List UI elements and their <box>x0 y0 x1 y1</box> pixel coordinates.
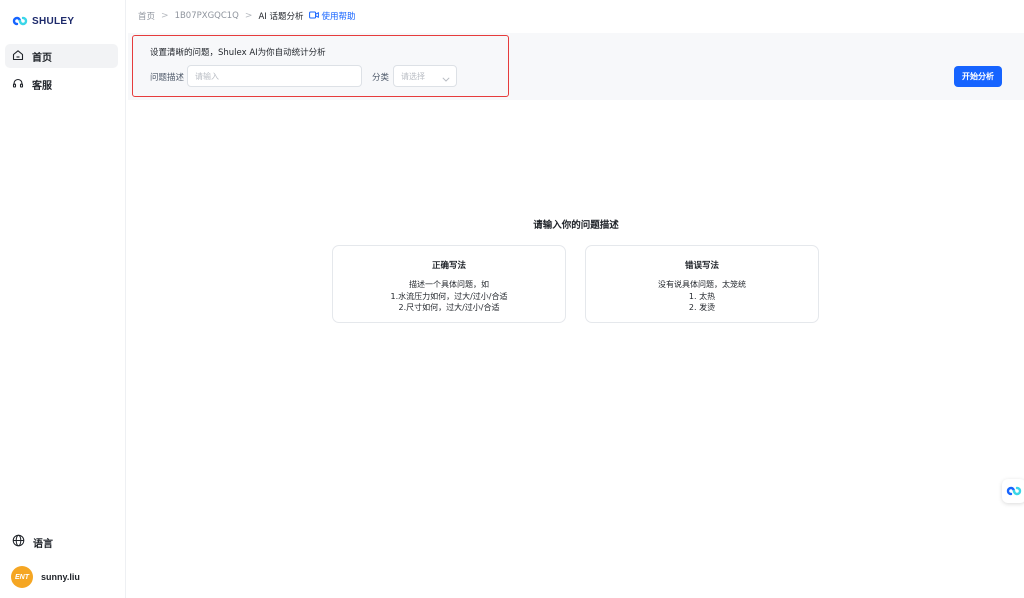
category-label: 分类 <box>372 73 390 83</box>
sidebar-item-label: 首页 <box>32 52 52 64</box>
user-profile[interactable]: ENT sunny.liu <box>11 566 80 588</box>
assistant-widget-button[interactable] <box>1002 479 1024 503</box>
wrong-example-card: 错误写法 没有说具体问题，太笼统 1. 太热 2. 发烫 <box>585 245 819 323</box>
headset-icon <box>12 77 24 92</box>
card-line: 2. 发烫 <box>688 303 716 312</box>
sidebar-item-label: 客服 <box>32 80 52 92</box>
shuley-logo-icon <box>12 12 28 31</box>
shuley-logo-icon <box>1006 482 1022 501</box>
card-body: 没有说具体问题，太笼统 1. 太热 2. 发烫 <box>586 279 818 314</box>
breadcrumb: 首页 > 1B07PXGQC1Q > AI 话题分析 使用帮助 <box>138 10 355 22</box>
card-title: 正确写法 <box>431 261 466 271</box>
home-icon <box>12 49 24 64</box>
start-analysis-button[interactable]: 开始分析 <box>954 66 1002 87</box>
card-title: 错误写法 <box>684 261 719 271</box>
category-select-placeholder: 请选择 <box>401 71 425 81</box>
card-line: 2.尺寸如何，过大/过小/合适 <box>398 303 500 312</box>
sidebar: SHULEY 首页 客服 语言 ENT sunny.liu <box>0 0 126 598</box>
card-line: 1. 太热 <box>688 291 716 301</box>
card-line: 没有说具体问题，太笼统 <box>658 280 746 289</box>
language-selector[interactable]: 语言 <box>5 530 118 554</box>
help-link[interactable]: 使用帮助 <box>309 10 355 22</box>
correct-example-card: 正确写法 描述一个具体问题，如 1.水流压力如何，过大/过小/合适 2.尺寸如何… <box>332 245 566 323</box>
brand-logo[interactable]: SHULEY <box>12 12 74 30</box>
language-label: 语言 <box>33 538 53 550</box>
user-name: sunny.liu <box>41 572 80 582</box>
globe-icon <box>12 534 25 550</box>
breadcrumb-home[interactable]: 首页 <box>138 10 155 22</box>
avatar: ENT <box>11 566 33 588</box>
category-select[interactable]: 请选择 <box>393 65 457 87</box>
filter-title: 设置清晰的问题，Shulex AI为你自动统计分析 <box>150 48 326 58</box>
chevron-right-icon: > <box>161 11 169 21</box>
empty-state-title: 请输入你的问题描述 <box>533 220 619 231</box>
question-description-label: 问题描述 <box>150 73 185 83</box>
brand-name: SHULEY <box>32 15 75 27</box>
sidebar-item-service[interactable]: 客服 <box>5 72 118 96</box>
chevron-right-icon: > <box>244 11 253 21</box>
app-root: SHULEY 首页 客服 语言 ENT sunny.liu 首页 > 1B07P… <box>0 0 1024 598</box>
breadcrumb-current: AI 话题分析 <box>258 12 304 22</box>
card-body: 描述一个具体问题，如 1.水流压力如何，过大/过小/合适 2.尺寸如何，过大/过… <box>333 279 565 314</box>
breadcrumb-asin[interactable]: 1B07PXGQC1Q <box>175 11 239 21</box>
chevron-down-icon <box>442 67 450 86</box>
card-line: 1.水流压力如何，过大/过小/合适 <box>390 291 508 301</box>
question-description-input[interactable] <box>187 65 362 87</box>
help-link-label: 使用帮助 <box>321 12 356 22</box>
card-line: 描述一个具体问题，如 <box>409 280 489 289</box>
sidebar-item-home[interactable]: 首页 <box>5 44 118 68</box>
video-icon <box>309 11 320 22</box>
